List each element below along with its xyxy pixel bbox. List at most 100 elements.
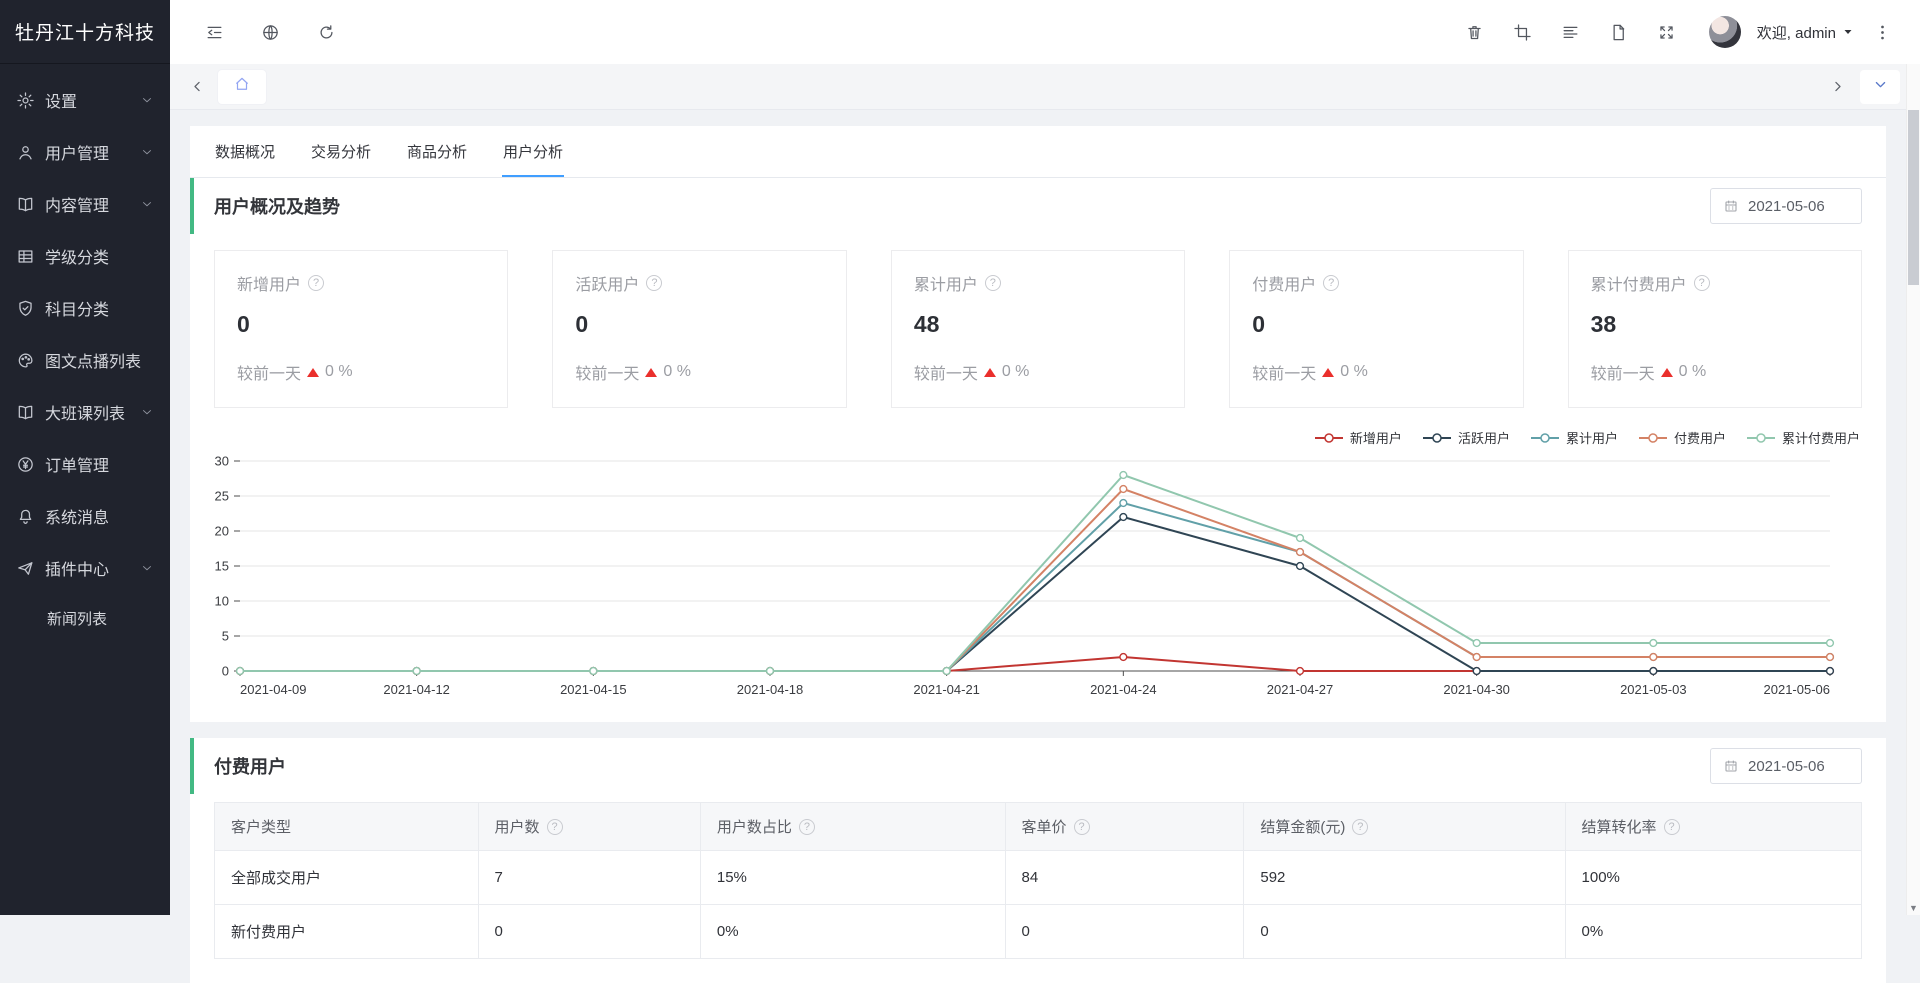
trash-icon[interactable] bbox=[1455, 12, 1495, 52]
calendar-icon bbox=[1723, 758, 1739, 774]
chevron-left-icon[interactable] bbox=[184, 74, 210, 100]
data-point bbox=[1827, 668, 1834, 675]
yen-circle-icon bbox=[16, 455, 35, 474]
trend-date-picker[interactable]: 2021-05-06 bbox=[1710, 188, 1862, 224]
globe-icon[interactable] bbox=[250, 12, 290, 52]
x-axis-label: 2021-05-06 bbox=[1764, 682, 1831, 697]
sidebar-item-内容管理[interactable]: 内容管理 bbox=[0, 178, 170, 230]
tag-dropdown-button[interactable] bbox=[1860, 70, 1900, 104]
align-left-icon[interactable] bbox=[1551, 12, 1591, 52]
chevron-down-icon bbox=[140, 197, 154, 211]
stat-title: 活跃用户 bbox=[575, 271, 823, 295]
table-cell: 84 bbox=[1005, 851, 1244, 905]
user-icon bbox=[16, 143, 35, 162]
question-circle-icon[interactable] bbox=[547, 819, 563, 835]
file-icon[interactable] bbox=[1599, 12, 1639, 52]
sidebar-item-插件中心[interactable]: 插件中心 bbox=[0, 542, 170, 594]
fullscreen-icon[interactable] bbox=[1647, 12, 1687, 52]
col-header-label: 客户类型 bbox=[231, 816, 291, 837]
y-axis-label: 25 bbox=[215, 489, 229, 504]
paid-date-picker[interactable]: 2021-05-06 bbox=[1710, 748, 1862, 784]
paid-users-card: 付费用户 2021-05-06 客户类型用户数用户数占比客单价结算金额(元)结算… bbox=[190, 738, 1886, 983]
tab-用户分析[interactable]: 用户分析 bbox=[502, 126, 564, 177]
x-axis-label: 2021-04-09 bbox=[240, 682, 307, 697]
chevron-down-icon bbox=[140, 405, 154, 419]
question-circle-icon[interactable] bbox=[1694, 275, 1710, 291]
stat-card-累计用户: 累计用户48较前一天0 % bbox=[891, 250, 1185, 408]
question-circle-icon[interactable] bbox=[308, 275, 324, 291]
sidebar-item-图文点播列表[interactable]: 图文点播列表 bbox=[0, 334, 170, 386]
question-circle-icon[interactable] bbox=[1664, 819, 1680, 835]
chart-legend: 新增用户 活跃用户 累计用户 付费用户 累计付费用户 bbox=[190, 418, 1886, 449]
section-title: 用户概况及趋势 bbox=[214, 193, 340, 219]
legend-item-新增用户[interactable]: 新增用户 bbox=[1314, 428, 1402, 447]
sidebar-item-科目分类[interactable]: 科目分类 bbox=[0, 282, 170, 334]
stat-title: 新增用户 bbox=[237, 271, 485, 295]
sidebar-item-系统消息[interactable]: 系统消息 bbox=[0, 490, 170, 542]
question-circle-icon[interactable] bbox=[1074, 819, 1090, 835]
topbar-right-actions: 欢迎, admin bbox=[1455, 12, 1902, 52]
chevron-right-icon[interactable] bbox=[1824, 74, 1850, 100]
trend-section-header: 用户概况及趋势 2021-05-06 bbox=[190, 178, 1886, 234]
topbar-left-actions bbox=[194, 12, 346, 52]
data-point bbox=[1297, 668, 1304, 675]
data-point bbox=[943, 668, 950, 675]
stat-value: 0 bbox=[1252, 311, 1500, 338]
scrollbar-thumb[interactable] bbox=[1908, 110, 1919, 285]
crop-icon[interactable] bbox=[1503, 12, 1543, 52]
fold-menu-icon[interactable] bbox=[194, 12, 234, 52]
col-header-label: 用户数占比 bbox=[717, 816, 792, 837]
legend-label: 累计付费用户 bbox=[1782, 428, 1860, 447]
main-content: 数据概况交易分析商品分析用户分析 用户概况及趋势 2021-05-06 新增用户… bbox=[170, 110, 1906, 983]
legend-marker bbox=[1422, 432, 1452, 444]
sidebar-item-大班课列表[interactable]: 大班课列表 bbox=[0, 386, 170, 438]
question-circle-icon[interactable] bbox=[985, 275, 1001, 291]
user-trend-chart: 0510152025302021-04-092021-04-122021-04-… bbox=[190, 449, 1886, 722]
legend-item-活跃用户[interactable]: 活跃用户 bbox=[1422, 428, 1510, 447]
stat-compare: 较前一天0 % bbox=[1591, 360, 1839, 384]
more-menu-icon[interactable] bbox=[1862, 12, 1902, 52]
question-circle-icon[interactable] bbox=[1352, 819, 1368, 835]
sidebar-item-新闻列表[interactable]: 新闻列表 bbox=[0, 594, 170, 642]
date-value: 2021-05-06 bbox=[1748, 758, 1825, 775]
sidebar-item-订单管理[interactable]: 订单管理 bbox=[0, 438, 170, 490]
col-header-客单价: 客单价 bbox=[1005, 803, 1244, 851]
col-header-label: 用户数 bbox=[495, 816, 540, 837]
scrollbar-down-arrow[interactable]: ▼ bbox=[1907, 903, 1920, 913]
question-circle-icon[interactable] bbox=[799, 819, 815, 835]
tab-数据概况[interactable]: 数据概况 bbox=[214, 126, 276, 177]
x-axis-label: 2021-04-15 bbox=[560, 682, 627, 697]
paper-plane-icon bbox=[16, 559, 35, 578]
paid-section-header: 付费用户 2021-05-06 bbox=[190, 738, 1886, 794]
avatar[interactable] bbox=[1709, 16, 1741, 48]
palette-icon bbox=[16, 351, 35, 370]
tab-商品分析[interactable]: 商品分析 bbox=[406, 126, 468, 177]
data-point bbox=[1297, 563, 1304, 570]
date-value: 2021-05-06 bbox=[1748, 198, 1825, 215]
data-point bbox=[1650, 654, 1657, 661]
gear-icon bbox=[16, 91, 35, 110]
tab-交易分析[interactable]: 交易分析 bbox=[310, 126, 372, 177]
legend-item-累计付费用户[interactable]: 累计付费用户 bbox=[1746, 428, 1860, 447]
user-menu[interactable]: 欢迎, admin bbox=[1757, 22, 1854, 43]
up-triangle-icon bbox=[1661, 368, 1673, 377]
sidebar-item-label: 新闻列表 bbox=[47, 608, 107, 629]
col-header-用户数占比: 用户数占比 bbox=[700, 803, 1005, 851]
sidebar-item-用户管理[interactable]: 用户管理 bbox=[0, 126, 170, 178]
question-circle-icon[interactable] bbox=[646, 275, 662, 291]
stat-title: 付费用户 bbox=[1252, 271, 1500, 295]
sidebar-item-设置[interactable]: 设置 bbox=[0, 74, 170, 126]
legend-item-累计用户[interactable]: 累计用户 bbox=[1530, 428, 1618, 447]
sidebar-item-学级分类[interactable]: 学级分类 bbox=[0, 230, 170, 282]
home-tab[interactable] bbox=[218, 70, 266, 104]
legend-item-付费用户[interactable]: 付费用户 bbox=[1638, 428, 1726, 447]
stat-cards-row: 新增用户0较前一天0 %活跃用户0较前一天0 %累计用户48较前一天0 %付费用… bbox=[190, 234, 1886, 418]
question-circle-icon[interactable] bbox=[1323, 275, 1339, 291]
stat-card-付费用户: 付费用户0较前一天0 % bbox=[1229, 250, 1523, 408]
refresh-icon[interactable] bbox=[306, 12, 346, 52]
topbar-right-icons bbox=[1455, 12, 1687, 52]
sidebar-item-label: 大班课列表 bbox=[45, 400, 125, 424]
page-scrollbar[interactable]: ▼ bbox=[1906, 64, 1920, 915]
data-point bbox=[1650, 668, 1657, 675]
data-point bbox=[1827, 640, 1834, 647]
